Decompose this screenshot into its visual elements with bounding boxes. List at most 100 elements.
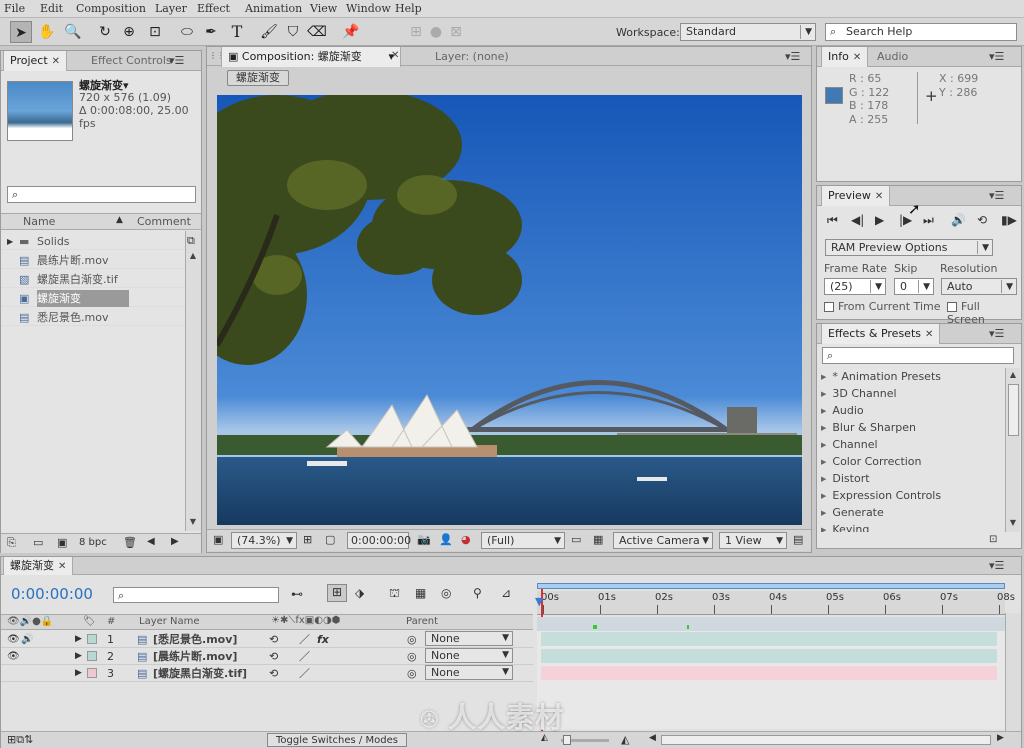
type-tool-icon[interactable]: T — [226, 21, 248, 43]
panel-menu-icon[interactable]: ▾☰ — [169, 54, 184, 67]
brush-tool-icon[interactable]: 🖌 — [258, 21, 280, 43]
col-comment[interactable]: Comment — [137, 215, 191, 228]
frame-rate-select[interactable]: (25) ▼ — [824, 278, 886, 295]
zoom-in-icon[interactable]: ◭ — [621, 733, 629, 746]
col-layer-name[interactable]: Layer Name — [139, 616, 200, 627]
parent-select[interactable]: None ▼ — [425, 648, 513, 663]
play-icon[interactable]: ▶ — [875, 213, 884, 227]
trash-icon[interactable]: 🗑 — [123, 536, 137, 549]
parent-select[interactable]: None ▼ — [425, 631, 513, 646]
project-item[interactable]: ▣ 螺旋渐变 — [1, 290, 185, 307]
expand-triangle-icon[interactable]: ▶ — [75, 631, 82, 648]
channel-icon[interactable]: ◕ — [461, 533, 471, 546]
hide-shy-icon[interactable]: ⛫ — [389, 586, 400, 602]
effects-category[interactable]: Channel — [821, 436, 877, 453]
layer-row[interactable]: 👁 🔊 ▶ 1 ▤ [悉尼景色.mov] ⟲ ／ fx ◎ None ▼ — [1, 631, 533, 648]
workspace-select[interactable]: Standard ▼ — [680, 23, 816, 41]
effects-category[interactable]: Expression Controls — [821, 487, 941, 504]
comp-viewer[interactable] — [217, 95, 802, 525]
project-item[interactable]: ▧ 螺旋黑白渐变.tif — [1, 271, 185, 288]
pan-behind-icon[interactable]: ⊡ — [144, 21, 166, 43]
transparency-grid-icon[interactable]: ▦ — [593, 533, 603, 546]
prev-frame-icon[interactable]: ◀| — [851, 213, 864, 227]
from-current-time-checkbox[interactable]: From Current Time — [824, 300, 940, 313]
new-comp-icon[interactable]: ▣ — [57, 536, 67, 549]
menu-view[interactable]: View — [310, 2, 337, 15]
quality-switch-icon[interactable]: ／ — [299, 648, 310, 665]
interpret-footage-icon[interactable]: ⎘ — [7, 536, 16, 550]
toggle-switches-modes-button[interactable]: Toggle Switches / Modes — [267, 733, 407, 747]
ram-preview-icon[interactable]: ▮▶ — [1001, 213, 1017, 227]
timecode-display[interactable]: 0:00:00:00 — [347, 532, 411, 549]
time-ruler[interactable]: 00s 01s 02s 03s 04s 05s 06s 07s 08s — [537, 591, 1015, 615]
toggle-pixel-icon[interactable]: ▤ — [793, 533, 803, 546]
effects-category[interactable]: Generate — [821, 504, 883, 521]
eye-icon[interactable]: 👁 — [7, 631, 20, 648]
next-icon[interactable]: ▶ — [171, 536, 179, 547]
layer-duration-bar[interactable] — [541, 632, 997, 646]
tab-timeline[interactable]: 螺旋渐变 ✕ — [3, 557, 74, 575]
panel-menu-icon[interactable]: ▾☰ — [989, 327, 1004, 340]
bpc-label[interactable]: 8 bpc — [79, 537, 107, 548]
scroll-right-icon[interactable]: ▶ — [997, 733, 1004, 743]
effects-category[interactable]: * Animation Presets — [821, 368, 941, 385]
orbit-camera-icon[interactable]: ⊕ — [118, 21, 140, 43]
puppet-pin-icon[interactable]: 📌 — [340, 21, 362, 43]
graph-editor-icon[interactable]: ⊿ — [501, 586, 511, 600]
project-item[interactable]: ▶ ▬ Solids — [1, 233, 185, 250]
effects-category[interactable]: Distort — [821, 470, 869, 487]
tab-layer[interactable]: Layer: (none) — [429, 47, 515, 67]
timeline-scrollbar[interactable] — [1005, 613, 1021, 733]
live-update-icon[interactable]: ⊞ — [327, 584, 347, 602]
panel-menu-icon[interactable]: ▾☰ — [785, 50, 800, 63]
collapse-switch-icon[interactable]: ⟲ — [269, 665, 278, 682]
tab-audio[interactable]: Audio — [871, 47, 914, 67]
first-frame-icon[interactable]: ⏮ — [827, 213, 838, 228]
comp-flow-button[interactable]: 螺旋渐变 — [227, 70, 289, 86]
parent-pickwhip-icon[interactable]: ◎ — [407, 648, 417, 665]
comp-mini-flowchart-icon[interactable]: ⊷ — [291, 587, 303, 601]
expand-triangle-icon[interactable]: ▶ — [7, 233, 13, 250]
mask-icon[interactable]: ▢ — [325, 533, 335, 546]
pen-tool-icon[interactable]: ✒ — [200, 21, 222, 43]
camera-select[interactable]: Active Camera ▼ — [613, 532, 713, 549]
audio-icon[interactable]: 🔊 — [951, 213, 966, 227]
effects-scrollbar[interactable]: ▲ ▼ — [1005, 368, 1020, 532]
last-frame-icon[interactable]: ⏭ — [923, 213, 934, 228]
panel-menu-icon[interactable]: ▾☰ — [989, 189, 1004, 202]
tab-effect-controls[interactable]: Effect Controls — [85, 51, 178, 71]
tab-composition[interactable]: ▣ Composition: 螺旋渐变 ▾ — [221, 47, 401, 67]
ellipse-tool-icon[interactable]: ⬭ — [176, 21, 198, 43]
scroll-down-icon[interactable]: ▼ — [186, 517, 200, 526]
tab-preview[interactable]: Preview ✕ — [821, 186, 891, 206]
marker[interactable] — [687, 625, 689, 629]
new-folder-icon[interactable]: ▭ — [33, 536, 43, 549]
tab-project[interactable]: Project ✕ — [3, 51, 68, 71]
work-area-bar[interactable] — [537, 583, 1005, 589]
flowchart-icon[interactable]: ⧉ — [187, 234, 195, 248]
label-color-swatch[interactable] — [87, 634, 97, 644]
col-name[interactable]: Name — [23, 215, 55, 228]
project-item[interactable]: ▤ 悉尼景色.mov — [1, 309, 185, 326]
fx-switch[interactable]: fx — [317, 631, 329, 648]
tab-info[interactable]: Info ✕ — [821, 47, 869, 67]
eraser-tool-icon[interactable]: ⌫ — [306, 21, 328, 43]
layer-name[interactable]: [晨练片断.mov] — [153, 648, 237, 665]
ram-preview-options-select[interactable]: RAM Preview Options ▼ — [825, 239, 993, 256]
effects-search-input[interactable]: ⌕ — [822, 347, 1014, 364]
close-icon[interactable]: ✕ — [391, 50, 399, 61]
tab-effects-presets[interactable]: Effects & Presets ✕ — [821, 324, 941, 344]
effects-category[interactable]: 3D Channel — [821, 385, 896, 402]
safe-zones-icon[interactable]: ⊞ — [303, 533, 312, 546]
layer-row[interactable]: ▶ 3 ▤ [螺旋黑白渐变.tif] ⟲ ／ ◎ None ▼ — [1, 665, 533, 682]
layer-row[interactable]: 👁 ▶ 2 ▤ [晨练片断.mov] ⟲ ／ ◎ None ▼ — [1, 648, 533, 665]
scroll-down-icon[interactable]: ▼ — [1006, 518, 1020, 527]
menu-effect[interactable]: Effect — [197, 2, 230, 15]
effects-category[interactable]: Audio — [821, 402, 863, 419]
menu-window[interactable]: Window — [346, 2, 391, 15]
menu-edit[interactable]: Edit — [40, 2, 63, 15]
hand-tool-icon[interactable]: ✋ — [36, 21, 58, 43]
motion-blur-icon[interactable]: ◎ — [441, 586, 451, 600]
project-scrollbar[interactable]: ▲ ▼ — [185, 231, 201, 531]
parent-pickwhip-icon[interactable]: ◎ — [407, 631, 417, 648]
